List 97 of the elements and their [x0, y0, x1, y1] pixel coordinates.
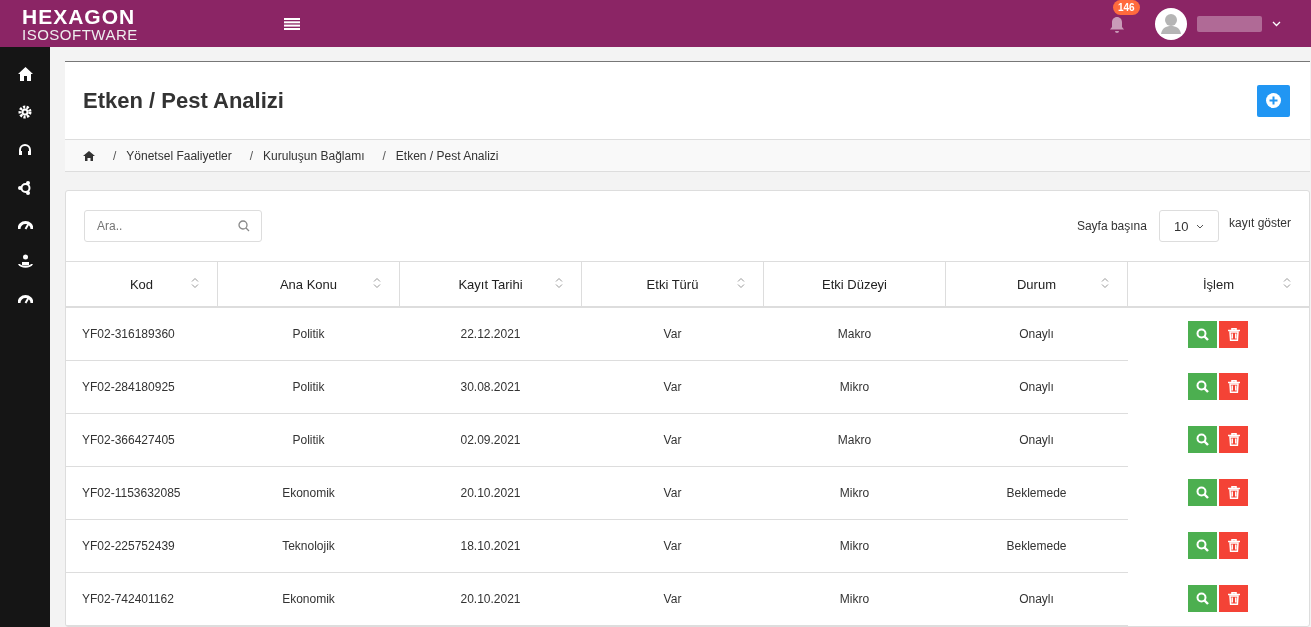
- logo-subtitle: ISOSOFTWARE: [22, 26, 139, 42]
- table-cell: Mikro: [763, 360, 946, 414]
- column-header[interactable]: Durum: [945, 261, 1128, 307]
- table-cell: Makro: [763, 307, 946, 361]
- gear-icon[interactable]: [18, 105, 32, 119]
- table-cell: Var: [581, 413, 764, 467]
- trash-icon: [1227, 486, 1240, 499]
- caret-icon[interactable]: [1272, 20, 1281, 27]
- trash-icon: [1227, 380, 1240, 393]
- search-icon: [1196, 380, 1210, 393]
- search-icon: [1196, 592, 1210, 605]
- table-cell: Var: [581, 307, 764, 361]
- view-button[interactable]: [1188, 320, 1218, 348]
- table-cell: Var: [581, 466, 764, 520]
- search-icon: [1196, 433, 1210, 446]
- delete-button[interactable]: [1219, 585, 1249, 612]
- search-icon: [1196, 327, 1210, 341]
- search-icon[interactable]: [238, 220, 250, 232]
- table-cell: Politik: [217, 413, 400, 467]
- gauge-icon[interactable]: [17, 293, 33, 304]
- table-cell: YF02-742401162: [66, 572, 218, 626]
- trash-icon: [1227, 592, 1240, 605]
- breadcrumb-separator: /: [249, 148, 254, 163]
- breadcrumb-separator: /: [113, 148, 117, 163]
- view-button[interactable]: [1188, 585, 1218, 612]
- column-header[interactable]: Kod: [66, 261, 218, 307]
- table-cell: Teknolojik: [217, 519, 400, 573]
- column-header[interactable]: İşlem: [1127, 261, 1309, 307]
- delete-button[interactable]: [1219, 532, 1249, 559]
- delete-button[interactable]: [1219, 479, 1249, 506]
- menu-icon[interactable]: [284, 17, 300, 30]
- table-cell: YF02-284180925: [66, 360, 218, 414]
- column-header: Etki Düzeyi: [763, 261, 946, 307]
- search-icon: [1196, 539, 1210, 552]
- per-page-suffix: kayıt göster: [1228, 216, 1291, 230]
- table-cell: Mikro: [763, 572, 946, 626]
- column-header[interactable]: Ana Konu: [217, 261, 400, 307]
- search-field[interactable]: Ara..: [84, 210, 262, 242]
- column-header[interactable]: Etki Türü: [581, 261, 764, 307]
- add-button[interactable]: [1257, 84, 1290, 117]
- page-title: Etken / Pest Analizi: [83, 87, 284, 114]
- headset-icon[interactable]: [18, 143, 32, 157]
- table-cell: Var: [581, 360, 764, 414]
- user-name-placeholder[interactable]: [1197, 15, 1262, 32]
- table-cell: Beklemede: [945, 519, 1128, 573]
- breadcrumb-separator: /: [382, 148, 386, 163]
- trash-icon: [1227, 433, 1240, 446]
- table-cell: Mikro: [763, 466, 946, 520]
- table-cell: Onaylı: [945, 572, 1128, 626]
- trash-icon: [1227, 539, 1240, 552]
- caret-icon: [1195, 223, 1204, 229]
- table-cell: 18.10.2021: [399, 519, 582, 573]
- view-button[interactable]: [1188, 532, 1218, 559]
- per-page-select[interactable]: 10: [1158, 210, 1219, 242]
- per-page-label: Sayfa başına: [1076, 219, 1147, 233]
- plus-circle-icon: [1266, 93, 1281, 109]
- table-cell: 30.08.2021: [399, 360, 582, 414]
- view-button[interactable]: [1188, 426, 1218, 453]
- table-cell: Makro: [763, 413, 946, 467]
- table-cell: 20.10.2021: [399, 572, 582, 626]
- table-cell: YF02-316189360: [66, 307, 218, 361]
- delete-button[interactable]: [1219, 426, 1249, 453]
- table-cell: Onaylı: [945, 413, 1128, 467]
- notification-badge: 146: [1113, 0, 1140, 15]
- table-cell: 02.09.2021: [399, 413, 582, 467]
- view-button[interactable]: [1188, 373, 1218, 400]
- bell-icon[interactable]: [1109, 15, 1125, 34]
- home-icon[interactable]: [17, 67, 33, 81]
- table-cell: Onaylı: [945, 360, 1128, 414]
- gauge-icon[interactable]: [17, 219, 33, 230]
- breadcrumb-link[interactable]: Yönetsel Faaliyetler: [126, 148, 232, 163]
- column-header[interactable]: Kayıt Tarihi: [399, 261, 582, 307]
- table-cell: Var: [581, 572, 764, 626]
- search-icon: [1196, 486, 1210, 499]
- table-cell: Politik: [217, 360, 400, 414]
- table-cell: Ekonomik: [217, 466, 400, 520]
- table-cell: Var: [581, 519, 764, 573]
- table-cell: 20.10.2021: [399, 466, 582, 520]
- table-cell: Mikro: [763, 519, 946, 573]
- table-cell: Onaylı: [945, 307, 1128, 361]
- logo-text: HEXAGON: [22, 5, 137, 27]
- avatar-icon[interactable]: [1155, 7, 1187, 40]
- delete-button[interactable]: [1219, 373, 1249, 400]
- network-icon[interactable]: [18, 181, 32, 195]
- delete-button[interactable]: [1219, 320, 1249, 348]
- table-cell: Ekonomik: [217, 572, 400, 626]
- trash-icon: [1227, 327, 1240, 341]
- breadcrumb-link[interactable]: Kuruluşun Bağlamı: [263, 148, 365, 163]
- view-button[interactable]: [1188, 479, 1218, 506]
- table-cell: YF02-1153632085: [66, 466, 218, 520]
- table-cell: Politik: [217, 307, 400, 361]
- table-cell: 22.12.2021: [399, 307, 582, 361]
- home-icon[interactable]: [83, 150, 95, 161]
- table-cell: YF02-225752439: [66, 519, 218, 573]
- person-icon[interactable]: [17, 254, 33, 269]
- table-cell: Beklemede: [945, 466, 1128, 520]
- table-cell: YF02-366427405: [66, 413, 218, 467]
